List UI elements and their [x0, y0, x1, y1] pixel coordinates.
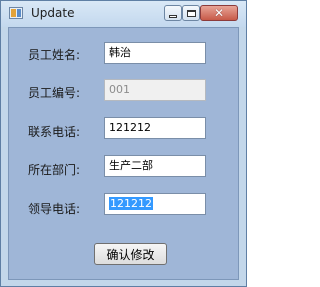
close-icon: ✕ [213, 6, 225, 20]
department-input[interactable]: 生产二部 [104, 155, 206, 177]
title-bar[interactable]: Update ✕ [1, 1, 246, 27]
form-panel: 员工姓名: 韩治 员工编号: 001 联系电话: 121212 所在部门: 生产… [8, 27, 239, 280]
minimize-icon [169, 14, 177, 18]
employee-name-input[interactable]: 韩治 [104, 42, 206, 64]
leader-phone-label: 领导电话: [28, 202, 81, 216]
leader-phone-input[interactable]: 121212 [104, 193, 206, 215]
confirm-update-button[interactable]: 确认修改 [94, 243, 167, 265]
app-window-icon [9, 7, 23, 19]
selected-text: 121212 [109, 197, 153, 210]
phone-input[interactable]: 121212 [104, 117, 206, 139]
employee-name-label: 员工姓名: [28, 48, 81, 62]
phone-label: 联系电话: [28, 125, 81, 139]
close-button[interactable]: ✕ [200, 5, 238, 21]
maximize-icon [186, 9, 196, 17]
employee-id-label: 员工编号: [28, 86, 81, 100]
update-window: Update ✕ 员工姓名: 韩治 员工编号: 001 联系电话: 121212… [0, 0, 247, 287]
maximize-button[interactable] [182, 5, 200, 21]
department-label: 所在部门: [28, 163, 81, 177]
window-title: Update [31, 6, 75, 20]
employee-id-input[interactable]: 001 [104, 79, 206, 101]
minimize-button[interactable] [164, 5, 182, 21]
